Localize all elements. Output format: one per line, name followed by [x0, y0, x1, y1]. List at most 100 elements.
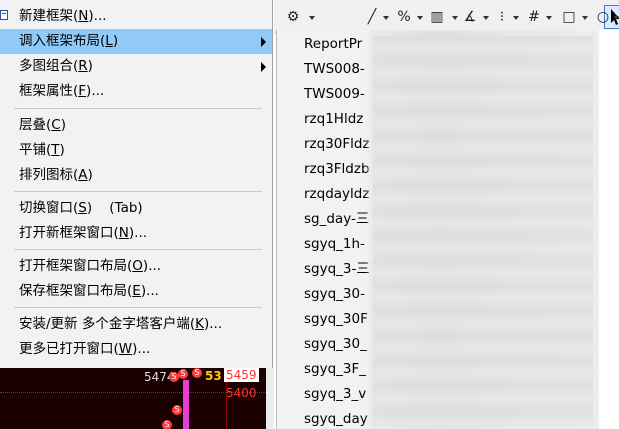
menu-item-label: 新建框架( [19, 8, 79, 24]
menu-item-accelerator: T [51, 142, 60, 158]
menu-separator [14, 191, 262, 192]
menu-separator [14, 307, 262, 308]
menu-item-accelerator: N [118, 225, 129, 241]
menu-item[interactable]: 多图组合(R) [0, 54, 272, 79]
menu-item[interactable]: 更多已打开窗口(W)... [0, 337, 272, 362]
menu-item[interactable]: 层叠(C) [0, 113, 272, 138]
menu-separator [14, 249, 262, 250]
redacted-region [373, 36, 593, 426]
chevron-down-icon[interactable] [452, 16, 458, 20]
signal-marker: S [162, 420, 172, 429]
layout-list-item[interactable]: ReportPr [304, 32, 362, 57]
menu-separator [14, 108, 262, 109]
scrollbar[interactable] [266, 368, 274, 429]
menu-item-label: ) [87, 167, 93, 183]
price-label: 53 [205, 369, 222, 383]
menu-item-accelerator: E [132, 283, 141, 299]
menu-item-label: 调入框架布局( [19, 33, 106, 49]
menu-item-accelerator: K [195, 316, 204, 332]
menu-item-accelerator: W [118, 341, 133, 357]
ellipse-tool-icon[interactable]: ○ [595, 7, 611, 27]
layout-list-item[interactable]: rzq30Fldz [304, 132, 370, 157]
submenu-arrow-icon [261, 37, 266, 47]
angle-tool-icon[interactable]: ∡ [462, 7, 478, 27]
menu-item-label: ) (Tab) [86, 200, 143, 216]
menu-item-label: ) [112, 33, 119, 49]
menu-item[interactable]: 打开新框架窗口(N)... [0, 221, 272, 246]
layout-list-item[interactable]: sgyq_3-三 [304, 257, 370, 282]
signal-marker: S [172, 405, 182, 415]
chevron-down-icon[interactable] [513, 16, 519, 20]
layout-list-item[interactable]: sgyq_1h- [304, 232, 365, 257]
background [599, 30, 619, 429]
chevron-down-icon[interactable] [613, 16, 619, 20]
signal-marker: S [192, 368, 202, 378]
chevron-down-icon[interactable] [417, 16, 423, 20]
menu-item-label: ) [87, 58, 93, 74]
menu-item-label: 打开新框架窗口( [19, 225, 119, 241]
menu-item-label: 排列图标( [19, 167, 79, 183]
menu-item-label: )... [132, 341, 151, 357]
menu-item-label: )... [128, 225, 148, 241]
menu-item-label: )... [142, 258, 162, 274]
layout-list-item[interactable]: sgyq_30- [304, 282, 365, 307]
layout-list-item[interactable]: sgyq_30_ [304, 332, 367, 357]
menu-item-label: 保存框架窗口布局( [19, 283, 133, 299]
layout-list-item[interactable]: sgyq_day [304, 407, 368, 429]
layout-list-item[interactable]: rzq3Fldzb [304, 157, 370, 182]
price-axis-label: 5400 [226, 386, 257, 400]
price-chart: 5474 S S S 53 5459 5400 S S [0, 368, 266, 429]
rectangle-tool-icon[interactable]: □ [561, 7, 577, 27]
layout-submenu: ReportPr TWS008- TWS009- rzq1Hldz rzq30Fldz r… [276, 30, 599, 429]
candlestick [183, 380, 189, 429]
current-price-label: 5459 [224, 368, 259, 382]
menu-item-label: )... [203, 316, 223, 332]
chevron-down-icon[interactable] [546, 16, 552, 20]
line-tool-icon[interactable]: ╱ [364, 7, 380, 27]
chevron-down-icon[interactable] [383, 16, 389, 20]
menu-item-label: 安装/更新 多个金字塔客户端( [19, 316, 196, 332]
menu-item-label: 层叠( [19, 117, 52, 133]
submenu-arrow-icon [261, 62, 266, 72]
layout-list-item[interactable]: rzqdayldz [304, 182, 369, 207]
menu-item-accelerator: N [78, 8, 89, 24]
signal-marker: S [178, 369, 188, 379]
menu-item-label: )... [140, 283, 159, 299]
menu-item-label: 平铺( [19, 142, 52, 158]
gear-icon[interactable]: ⚙ [284, 7, 302, 27]
menu-item[interactable]: 新建框架(N)... [0, 4, 272, 29]
chevron-down-icon[interactable] [483, 16, 489, 20]
menu-item-accelerator: S [78, 200, 87, 216]
layout-list-item[interactable]: sgyq_3F_ [304, 357, 366, 382]
menu-item-label: )... [88, 8, 107, 24]
layout-list-item[interactable]: TWS009- [304, 82, 365, 107]
menu-item[interactable]: 安装/更新 多个金字塔客户端(K)... [0, 312, 272, 337]
menu-item-accelerator: F [78, 83, 87, 99]
fibonacci-tool-icon[interactable]: ⁝ [495, 7, 509, 27]
menu-item-label: 打开框架窗口布局( [19, 258, 133, 274]
menu-item[interactable]: 调入框架布局(L) [0, 29, 272, 54]
layout-list-item[interactable]: sgyq_30F [304, 307, 368, 332]
menu-item[interactable]: 打开框架窗口布局(O)... [0, 254, 272, 279]
menu-item[interactable]: 平铺(T) [0, 138, 272, 163]
layout-list-item[interactable]: rzq1Hldz [304, 107, 363, 132]
menu-item[interactable]: 切换窗口(S) (Tab) [0, 196, 272, 221]
chevron-down-icon[interactable] [582, 16, 588, 20]
percent-tool-icon[interactable]: % [396, 7, 412, 27]
window-menu: 新建框架(N)... 调入框架布局(L) 多图组合(R) 框架属性(F)... 层叠(C… [0, 0, 273, 368]
layout-list-item[interactable]: TWS008- [304, 57, 365, 82]
menu-item[interactable]: 排列图标(A) [0, 163, 272, 188]
layout-list-item[interactable]: sg_day-三 [304, 207, 369, 232]
menu-item[interactable]: 保存框架窗口布局(E)... [0, 279, 272, 304]
menu-item-accelerator: C [51, 117, 61, 133]
layout-list-item[interactable]: sgyq_3_v [304, 382, 366, 407]
menu-item-label: )... [86, 83, 105, 99]
menu-item-label: 切换窗口( [19, 200, 79, 216]
channel-tool-icon[interactable]: ▥ [428, 7, 446, 27]
chevron-down-icon[interactable] [309, 16, 315, 20]
grid-tool-icon[interactable]: # [527, 7, 541, 27]
menu-item-accelerator: L [105, 33, 113, 49]
menu-item-label: 多图组合( [19, 58, 79, 74]
menu-item-label: ) [60, 117, 66, 133]
menu-item[interactable]: 框架属性(F)... [0, 79, 272, 104]
